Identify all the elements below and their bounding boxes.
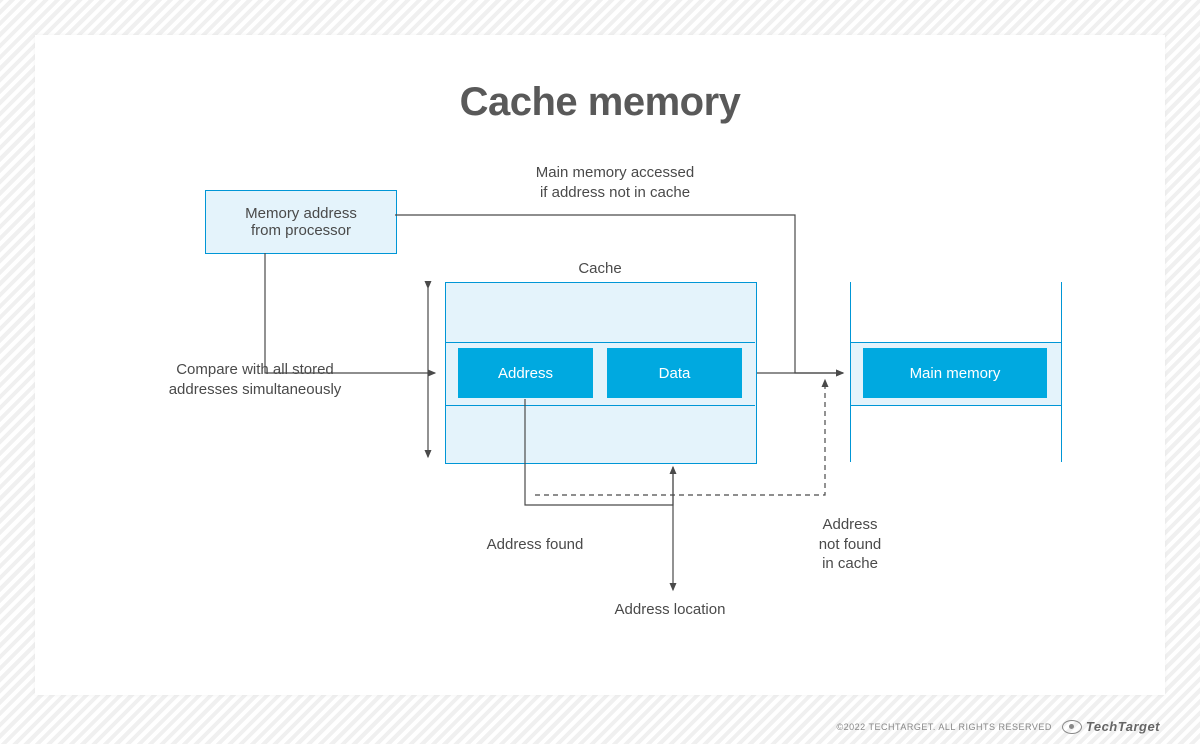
label-compare: Compare with all stored addresses simult…: [145, 360, 365, 399]
label-address-location: Address location: [590, 600, 750, 620]
eye-icon: [1062, 720, 1082, 734]
brand-name: TechTarget: [1086, 719, 1160, 734]
footer: ©2022 TECHTARGET. ALL RIGHTS RESERVED Te…: [837, 719, 1160, 734]
label-not-found: Address not found in cache: [790, 515, 910, 574]
label-top-note: Main memory accessed if address not in c…: [485, 163, 745, 202]
label-address-found: Address found: [455, 535, 615, 555]
diagram-canvas: Cache memory Memory address from process…: [35, 35, 1165, 695]
box-data: Data: [607, 348, 742, 398]
diagram-title: Cache memory: [35, 80, 1165, 125]
box-address: Address: [458, 348, 593, 398]
label-cache-header: Cache: [445, 259, 755, 279]
box-main-memory: Main memory: [863, 348, 1047, 398]
box-processor: Memory address from processor: [205, 190, 397, 254]
brand-logo: TechTarget: [1062, 719, 1160, 734]
footer-copyright: ©2022 TECHTARGET. ALL RIGHTS RESERVED: [837, 722, 1052, 732]
